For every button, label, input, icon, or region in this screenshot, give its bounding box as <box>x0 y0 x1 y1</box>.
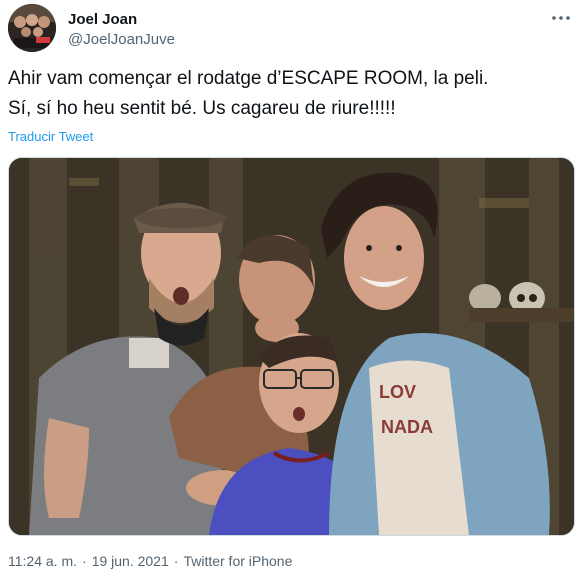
meta-separator: · <box>82 553 87 569</box>
user-handle[interactable]: @JoelJoanJuve <box>68 30 175 50</box>
shirt-print-line-2: NADA <box>381 417 433 437</box>
tweet: Joel Joan @JoelJoanJuve Ahir vam comença… <box>0 0 587 577</box>
tweet-metadata: 11:24 a. m. · 19 jun. 2021 · Twitter for iPh… <box>8 552 292 570</box>
meta-separator-2: · <box>173 553 179 569</box>
avatar[interactable] <box>8 4 56 52</box>
user-names: Joel Joan @JoelJoanJuve <box>68 10 175 50</box>
tweet-source[interactable]: Twitter for iPhone <box>183 553 292 569</box>
tweet-header: Joel Joan @JoelJoanJuve <box>8 4 579 52</box>
tweet-text-line-1: Ahir vam començar el rodatge d’ESCAPE RO… <box>8 68 489 89</box>
tweet-text-line-2: Sí, sí ho heu sentit bé. Us cagareu de r… <box>8 98 396 119</box>
tweet-text: Ahir vam començar el rodatge d’ESCAPE RO… <box>8 64 579 124</box>
more-options-button[interactable] <box>549 6 573 30</box>
more-horizontal-icon <box>552 16 570 20</box>
tweet-date[interactable]: 19 jun. 2021 <box>92 553 169 569</box>
tweet-time[interactable]: 11:24 a. m. <box>8 553 77 569</box>
tweet-photo[interactable]: LOV NADA <box>8 157 575 536</box>
shirt-print-line-1: LOV <box>379 382 416 402</box>
translate-tweet-link[interactable]: Traducir Tweet <box>8 128 93 146</box>
display-name[interactable]: Joel Joan <box>68 10 175 30</box>
